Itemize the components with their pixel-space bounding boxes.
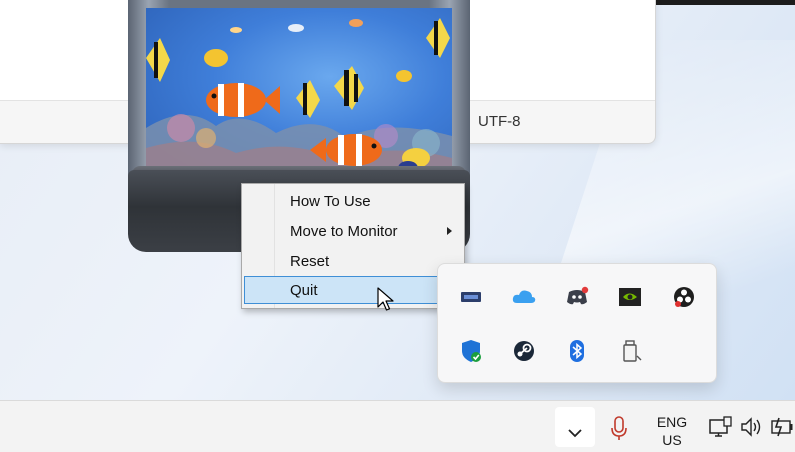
network-adapter-icon[interactable] (458, 284, 484, 310)
onedrive-cloud-icon[interactable] (511, 284, 537, 310)
tray-overflow-flyout (437, 263, 717, 383)
menu-item-label: How To Use (290, 193, 371, 210)
menu-item-label: Move to Monitor (290, 223, 398, 240)
volume-button[interactable] (738, 407, 766, 447)
menu-item-quit[interactable]: Quit (244, 276, 460, 304)
taskbar: ENG US (0, 400, 795, 452)
microphone-button[interactable] (603, 407, 635, 447)
windows-security-icon[interactable] (458, 338, 484, 364)
usb-safely-remove-icon[interactable] (617, 338, 643, 364)
microphone-icon (611, 416, 627, 440)
show-hidden-icons-button[interactable] (555, 407, 595, 447)
input-language-button[interactable]: ENG US (646, 413, 698, 449)
menu-item-reset[interactable]: Reset (244, 247, 460, 275)
menu-item-move-to-monitor[interactable]: Move to Monitor (244, 217, 460, 245)
battery-charging-icon (771, 417, 793, 437)
menu-item-label: Quit (290, 282, 318, 299)
menu-item-label: Reset (290, 253, 330, 270)
network-button[interactable] (706, 407, 736, 447)
menu-item-how-to-use[interactable]: How To Use (244, 187, 460, 215)
language-code: ENG (656, 414, 688, 430)
speaker-icon (741, 417, 761, 437)
steam-icon[interactable] (511, 338, 537, 364)
aquarium-context-menu: How To Use Move to Monitor Reset Quit (241, 183, 465, 309)
bluetooth-icon[interactable] (564, 338, 590, 364)
mouse-pointer-icon (377, 287, 395, 318)
battery-button[interactable] (768, 407, 795, 447)
discord-icon[interactable] (564, 284, 590, 310)
chevron-up-icon (568, 429, 582, 438)
keyboard-layout: US (662, 432, 682, 448)
obs-icon[interactable] (671, 284, 697, 310)
display-network-icon (709, 416, 732, 437)
nvidia-icon[interactable] (617, 284, 643, 310)
aquarium-scene (146, 8, 452, 180)
submenu-arrow-icon (447, 227, 452, 235)
encoding-status[interactable]: UTF-8 (478, 113, 521, 130)
